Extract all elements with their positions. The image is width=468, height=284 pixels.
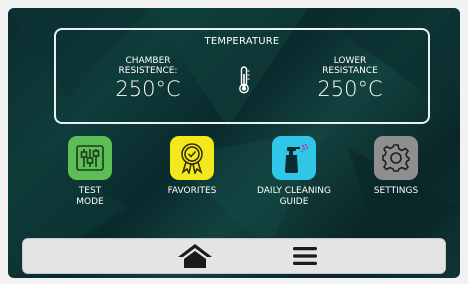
award-ribbon-icon — [181, 143, 203, 174]
settings-button[interactable]: SETTINGS — [346, 136, 446, 197]
daily-cleaning-guide-button[interactable]: DAILY CLEANING GUIDE — [244, 136, 344, 208]
thermometer-icon — [239, 66, 250, 94]
test-mode-button[interactable]: TEST MODE — [40, 136, 140, 208]
home-button[interactable] — [175, 243, 215, 269]
menu-button[interactable] — [285, 243, 325, 269]
favorites-button[interactable]: FAVORITES — [142, 136, 242, 197]
temperature-title: TEMPERATURE — [204, 36, 280, 47]
daily-cleaning-guide-label: DAILY CLEANING GUIDE — [257, 186, 331, 207]
lower-resistance-block: LOWER RESISTANCE 250°C — [290, 56, 410, 100]
lower-resistance-label: LOWER RESISTANCE — [322, 56, 378, 76]
settings-tile[interactable] — [374, 136, 418, 180]
spray-bottle-icon — [285, 144, 308, 173]
sliders-icon — [76, 145, 104, 171]
hamburger-menu-icon — [293, 247, 317, 265]
lower-resistance-value: 250°C — [317, 77, 383, 101]
home-icon — [178, 244, 212, 268]
favorites-label: FAVORITES — [167, 186, 217, 196]
daily-cleaning-guide-tile[interactable] — [272, 136, 316, 180]
oven-screen: TEMPERATURE CHAMBER RESISTENCE: 250°C LO… — [8, 8, 460, 278]
temperature-panel: TEMPERATURE CHAMBER RESISTENCE: 250°C LO… — [54, 28, 430, 124]
app-launcher: TEST MODE FAVORITES DAILY CLEANING GUIDE… — [8, 136, 460, 216]
chamber-resistance-label: CHAMBER RESISTENCE: — [118, 56, 178, 76]
bottom-nav-bar — [22, 238, 446, 274]
chamber-resistance-block: CHAMBER RESISTENCE: 250°C — [88, 56, 208, 100]
gear-icon — [382, 144, 410, 172]
favorites-tile[interactable] — [170, 136, 214, 180]
test-mode-label: TEST MODE — [76, 186, 104, 207]
settings-label: SETTINGS — [373, 186, 419, 196]
chamber-resistance-value: 250°C — [115, 77, 181, 101]
test-mode-tile[interactable] — [68, 136, 112, 180]
